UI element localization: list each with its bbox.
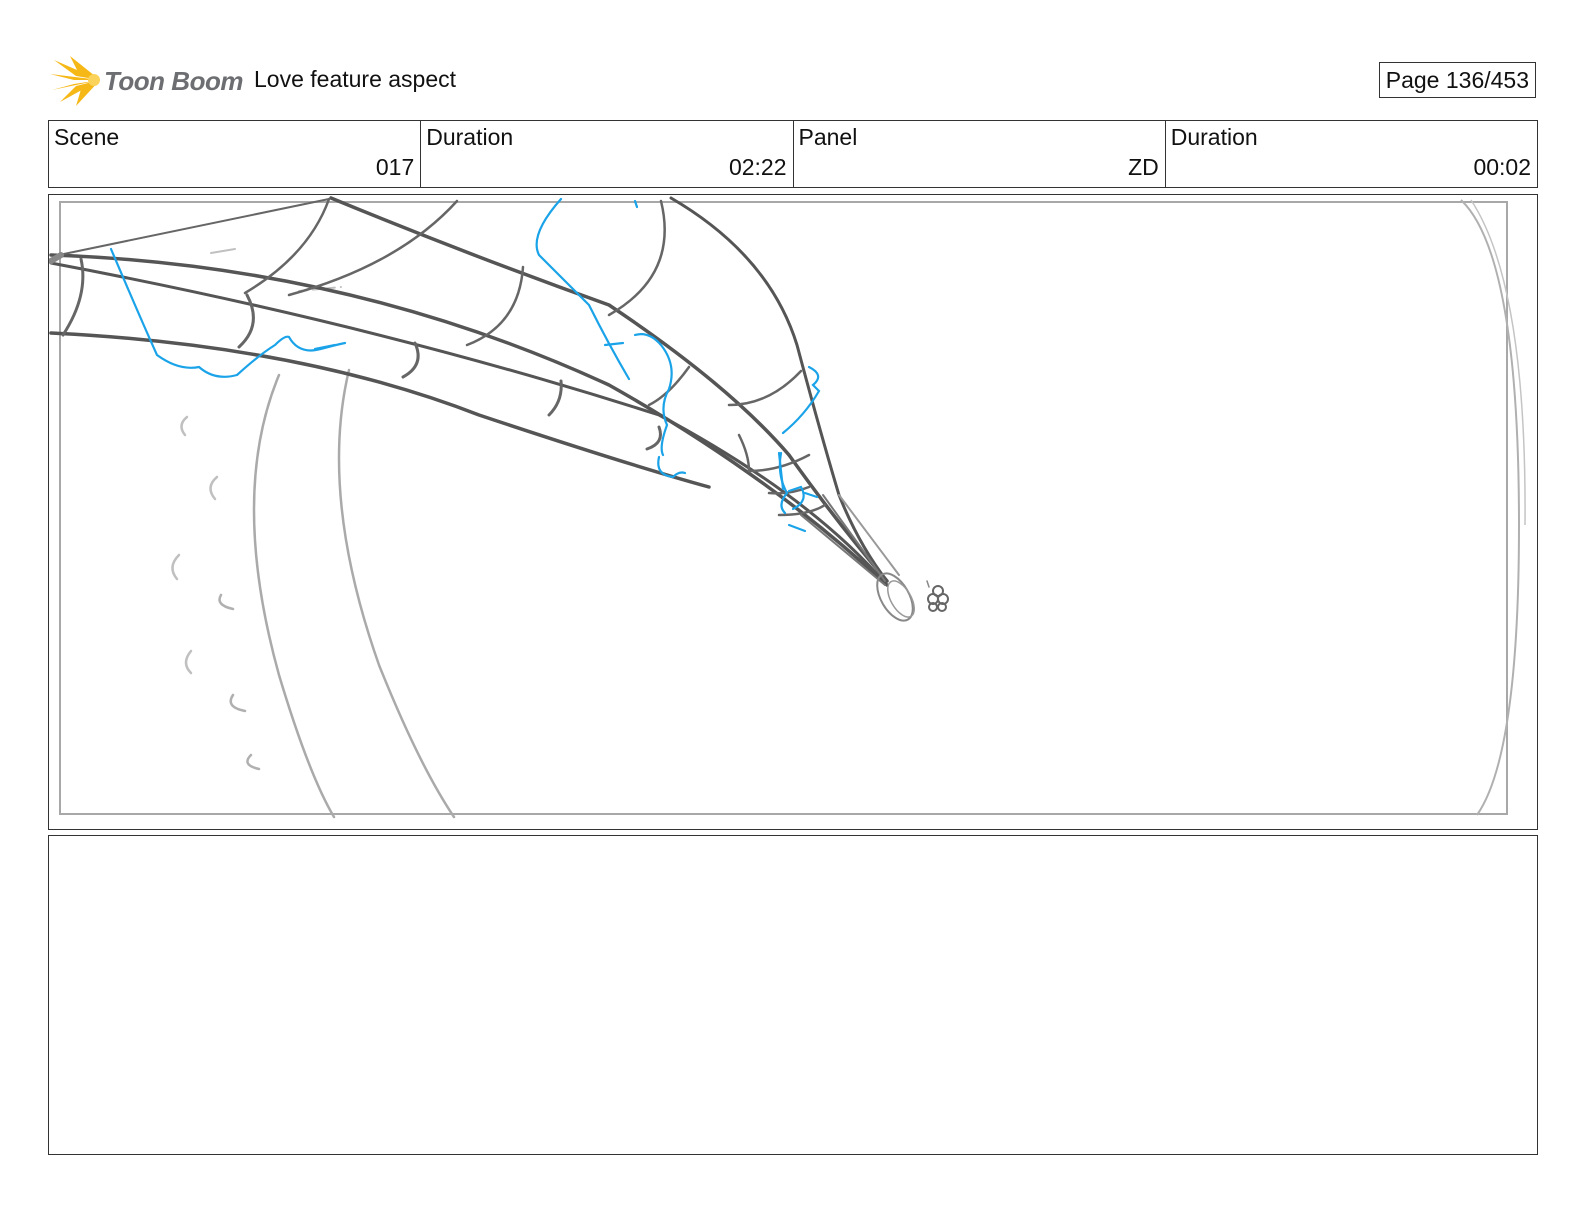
panel-sketch xyxy=(49,196,1526,819)
edge-arc xyxy=(1470,199,1526,526)
panel-duration-label: Duration xyxy=(1170,124,1258,150)
panel-label: Panel xyxy=(798,124,858,150)
safe-frame xyxy=(59,201,1508,815)
scene-duration-label: Duration xyxy=(426,124,514,150)
page-number-badge: Page 136/453 xyxy=(1378,62,1536,98)
toon-boom-logo: Toon Boom xyxy=(48,52,248,108)
panel-notes-area xyxy=(48,835,1538,1155)
scene-duration-cell: Duration 02:22 xyxy=(421,121,794,187)
project-title: Love feature aspect xyxy=(254,66,457,92)
blue-overlay-sketch xyxy=(109,197,821,533)
panel-cell: Panel ZD xyxy=(794,121,1166,187)
starburst-icon xyxy=(50,56,100,106)
tail-sketch xyxy=(49,196,949,819)
page-header: Toon Boom Love feature aspect Page 136/4… xyxy=(48,52,1536,108)
edge-arc xyxy=(1460,199,1521,816)
panel-duration-value: 00:02 xyxy=(1473,154,1531,180)
scene-value: 017 xyxy=(375,154,415,180)
panel-duration-cell: Duration 00:02 xyxy=(1166,121,1537,187)
scene-duration-value: 02:22 xyxy=(728,154,787,180)
logo-wordmark: Toon Boom xyxy=(104,66,243,96)
scene-cell: Scene 017 xyxy=(49,121,422,187)
scene-label: Scene xyxy=(54,124,120,150)
storyboard-panel xyxy=(48,194,1538,830)
scene-info-table: Scene 017 Duration 02:22 Panel ZD Durati… xyxy=(48,120,1538,188)
panel-value: ZD xyxy=(1128,154,1159,180)
